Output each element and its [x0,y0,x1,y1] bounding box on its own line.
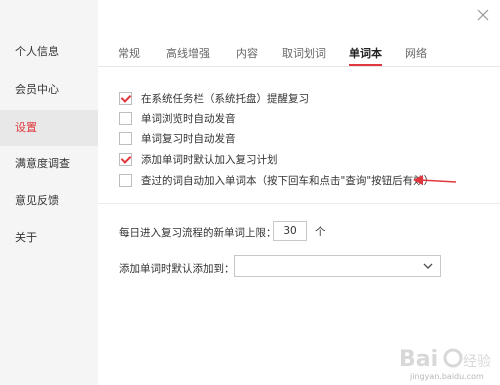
sidebar-item-settings[interactable]: 设置 [0,110,98,146]
option-browse-autoplay[interactable]: 单词浏览时自动发音 [119,110,236,126]
annotation-arrow-icon [413,175,457,185]
svg-text:经验: 经验 [463,354,491,370]
option-label: 添加单词时默认加入复习计划 [141,153,278,166]
sidebar-item-membership[interactable]: 会员中心 [0,72,98,108]
tab-divider [98,66,500,67]
checkbox[interactable] [119,111,132,125]
tab-wordbook[interactable]: 单词本 [349,44,382,66]
sidebar-item-survey[interactable]: 满意度调查 [0,146,98,182]
svg-text:Bai: Bai [399,347,438,372]
sidebar-item-feedback[interactable]: 意见反馈 [0,183,98,219]
option-review-autoplay[interactable]: 单词复习时自动发音 [119,130,236,146]
option-label: 单词复习时自动发音 [141,132,236,145]
close-button[interactable] [476,8,490,22]
checkbox[interactable] [119,91,132,105]
review-limit-label: 每日进入复习流程的新单词上限： [119,227,277,239]
default-add-label: 添加单词时默认添加到： [119,263,235,275]
option-label: 在系统任务栏（系统托盘）提醒复习 [141,92,309,105]
section-divider [98,203,500,204]
review-limit-unit: 个 [315,226,326,238]
chevron-down-icon [423,263,433,269]
option-auto-add-looked-up[interactable]: 查过的词自动加入单词本（按下回车和点击"查询"按钮后有效） [119,172,434,188]
close-icon [477,9,489,21]
option-label: 查过的词自动加入单词本（按下回车和点击"查询"按钮后有效） [141,174,435,187]
sidebar-item-profile[interactable]: 个人信息 [0,34,98,70]
settings-sidebar: 个人信息 会员中心 设置 满意度调查 意见反馈 关于 [0,0,98,385]
sidebar-item-about[interactable]: 关于 [0,220,98,256]
default-wordbook-select[interactable] [234,255,441,277]
checkbox[interactable] [119,131,132,145]
watermark-url: jingyan.baidu.com [410,372,484,381]
checkbox[interactable] [119,152,132,166]
option-label: 单词浏览时自动发音 [141,112,236,125]
option-tray-reminder[interactable]: 在系统任务栏（系统托盘）提醒复习 [119,90,309,106]
checkbox[interactable] [119,173,132,187]
option-add-to-review-plan[interactable]: 添加单词时默认加入复习计划 [119,151,278,167]
review-limit-input[interactable] [273,221,307,241]
